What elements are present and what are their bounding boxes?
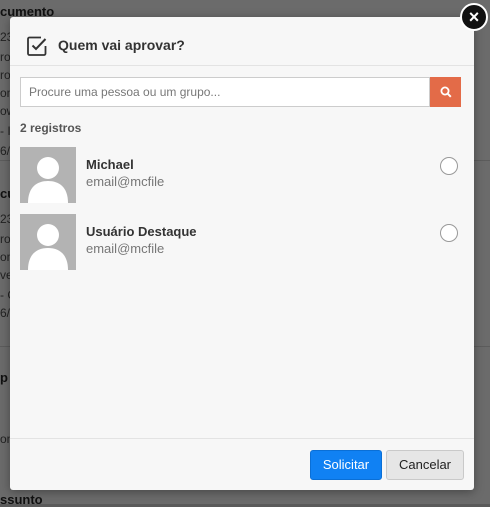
- search-icon: [440, 86, 452, 98]
- bg-text: ssunto: [0, 492, 43, 507]
- cancel-button[interactable]: Cancelar: [386, 450, 464, 480]
- person-email: email@mcfile: [86, 241, 165, 256]
- close-icon: ×: [468, 7, 480, 27]
- modal-title: Quem vai aprovar?: [58, 37, 185, 53]
- modal-header: Quem vai aprovar?: [10, 17, 474, 66]
- user-placeholder-icon: [28, 224, 68, 270]
- list-item[interactable]: Usuário Destaque email@mcfile: [20, 214, 464, 270]
- person-name: Michael: [86, 157, 134, 172]
- results-count: 2 registros: [20, 121, 82, 135]
- avatar: [20, 214, 76, 270]
- approver-modal: Quem vai aprovar? 2 registros Michael em…: [10, 17, 474, 490]
- person-name: Usuário Destaque: [86, 224, 197, 239]
- bg-text: p: [0, 370, 8, 385]
- person-email: email@mcfile: [86, 174, 165, 189]
- select-radio[interactable]: [440, 157, 458, 175]
- user-placeholder-icon: [28, 157, 68, 203]
- avatar: [20, 147, 76, 203]
- checkbox-checked-icon: [27, 36, 47, 56]
- list-item[interactable]: Michael email@mcfile: [20, 147, 464, 203]
- search-button[interactable]: [430, 77, 461, 107]
- search-input[interactable]: [20, 77, 430, 107]
- submit-button[interactable]: Solicitar: [310, 450, 382, 480]
- close-button[interactable]: ×: [460, 3, 488, 31]
- select-radio[interactable]: [440, 224, 458, 242]
- footer-divider: [10, 438, 474, 439]
